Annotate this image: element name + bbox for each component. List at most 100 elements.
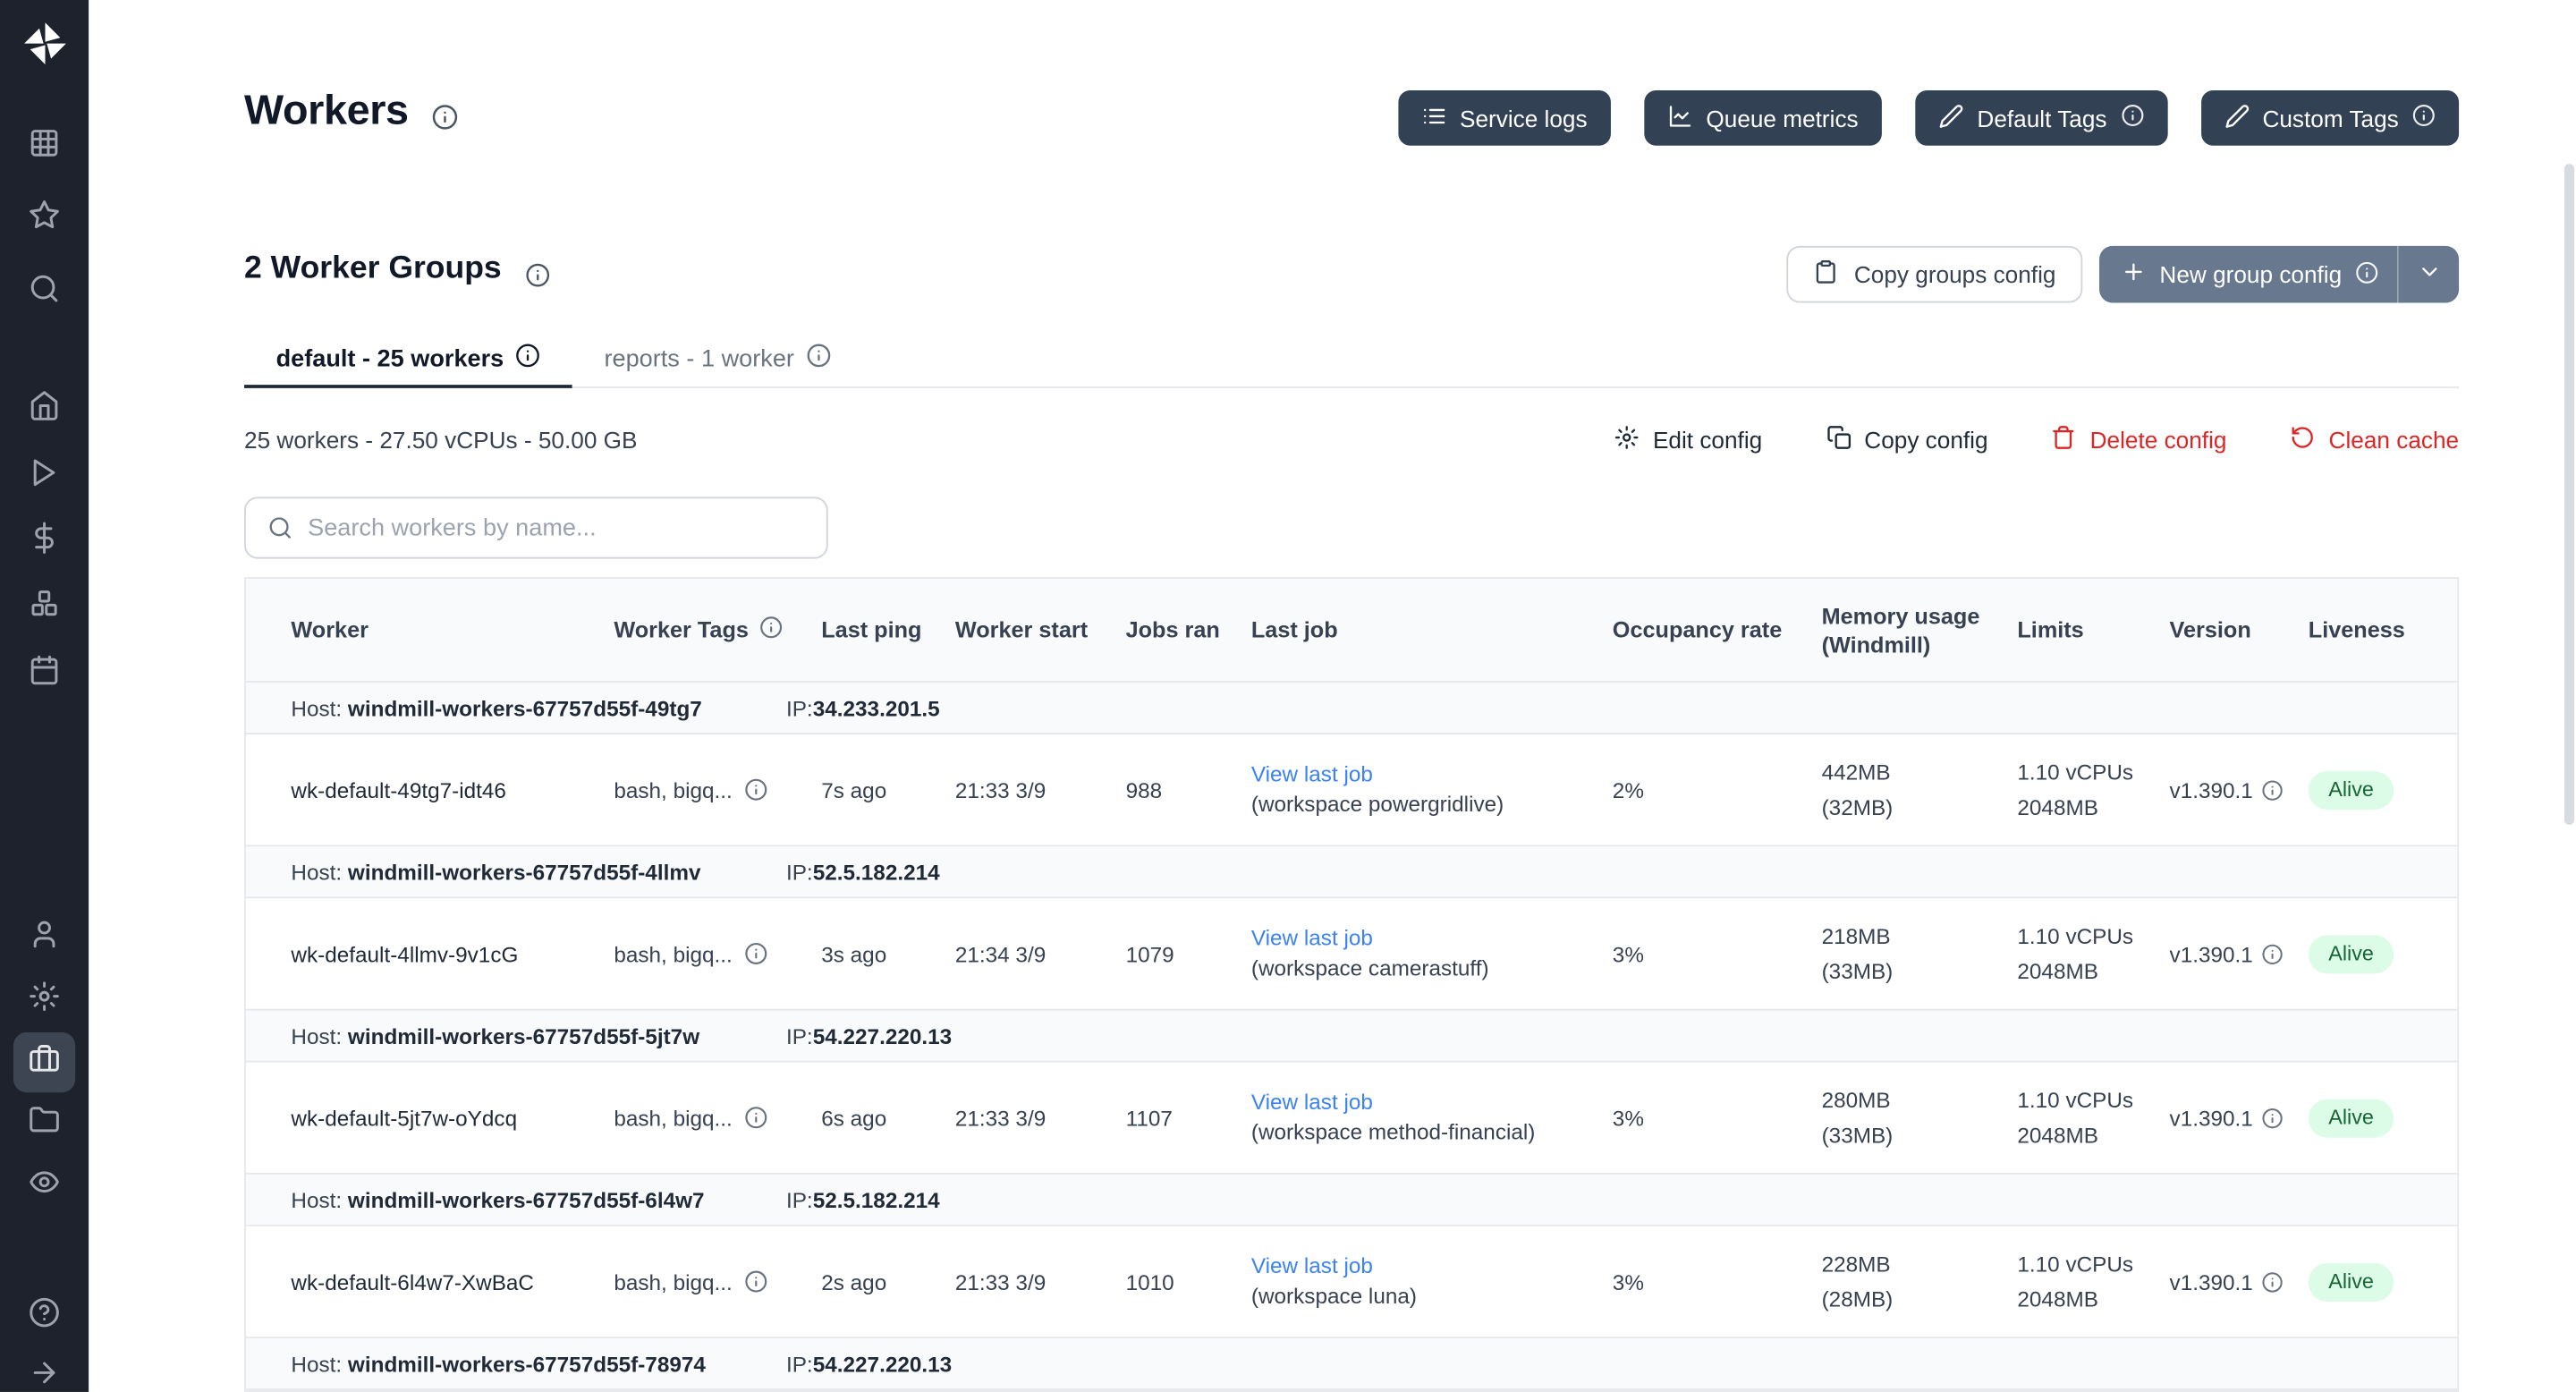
clean-cache-button[interactable]: Clean cache xyxy=(2291,425,2460,455)
list-icon xyxy=(1421,103,1446,133)
info-icon xyxy=(806,343,831,375)
default-tags-button[interactable]: Default Tags xyxy=(1915,90,2167,146)
last-job-workspace: (workspace luna) xyxy=(1251,1282,1596,1312)
config-actions: Edit config Copy config Delete config Clean… xyxy=(1614,425,2459,455)
column-header-liveness: Liveness xyxy=(2309,615,2457,644)
cell-jobs-ran: 1010 xyxy=(1126,1269,1251,1294)
copy-icon xyxy=(1826,425,1851,455)
host-name: windmill-workers-67757d55f-78974 xyxy=(348,1351,706,1376)
host-ip: 52.5.182.214 xyxy=(813,1187,940,1212)
sidebar-item-settings[interactable] xyxy=(13,971,75,1031)
new-group-config-dropdown-button[interactable] xyxy=(2397,246,2459,303)
boxes-icon xyxy=(29,587,61,627)
copy-groups-config-button[interactable]: Copy groups config xyxy=(1787,246,2082,303)
queue-metrics-button[interactable]: Queue metrics xyxy=(1644,90,1882,146)
sidebar-item-users[interactable] xyxy=(13,908,75,968)
cell-jobs-ran: 988 xyxy=(1126,777,1251,802)
delete-config-button[interactable]: Delete config xyxy=(2052,425,2227,455)
sidebar-item-runs[interactable] xyxy=(13,446,75,506)
info-icon xyxy=(431,104,458,131)
worker-row: wk-default-5jt7w-oYdcqbash, bigq...6s ag… xyxy=(246,1063,2457,1175)
cell-version: v1.390.1 xyxy=(2170,941,2309,966)
folder-icon xyxy=(29,1104,61,1144)
info-icon xyxy=(2355,260,2378,289)
cell-jobs-ran: 1107 xyxy=(1126,1105,1251,1130)
host-row: Host: windmill-workers-67757d55f-49tg7IP… xyxy=(246,683,2457,734)
new-group-config-button[interactable]: New group config xyxy=(2099,246,2459,303)
sidebar-item-expand-sidebar[interactable] xyxy=(13,1346,75,1392)
group-summary: 25 workers - 27.50 vCPUs - 50.00 GB xyxy=(244,427,637,454)
sidebar-item-help[interactable] xyxy=(13,1286,75,1346)
tab-default-25-workers[interactable]: default - 25 workers xyxy=(244,333,572,388)
info-icon xyxy=(744,1269,767,1293)
column-header-worker: Worker xyxy=(291,615,614,644)
cell-worker-name: wk-default-4llmv-9v1cG xyxy=(291,941,614,966)
cell-worker-start: 21:33 3/9 xyxy=(955,1105,1126,1130)
action-label: Edit config xyxy=(1653,427,1762,454)
table-header: WorkerWorker TagsLast pingWorker startJo… xyxy=(246,579,2457,683)
host-ip: 52.5.182.214 xyxy=(813,859,940,884)
column-header-worker-start: Worker start xyxy=(955,615,1126,644)
last-job-workspace: (workspace method-financial) xyxy=(1251,1117,1596,1148)
view-last-job-link[interactable]: View last job xyxy=(1251,1088,1596,1118)
view-last-job-link[interactable]: View last job xyxy=(1251,1252,1596,1282)
sidebar-item-folders[interactable] xyxy=(13,1094,75,1154)
sidebar-item-favorites[interactable] xyxy=(13,189,75,249)
column-header-version: Version xyxy=(2170,615,2309,644)
sidebar-item-workers[interactable] xyxy=(13,1032,75,1092)
info-icon xyxy=(525,263,550,288)
cell-version: v1.390.1 xyxy=(2170,1269,2309,1294)
sidebar-item-home[interactable] xyxy=(13,380,75,440)
sidebar-item-apps[interactable] xyxy=(13,117,75,177)
scrollbar-thumb[interactable] xyxy=(2564,164,2574,825)
copy-config-button[interactable]: Copy config xyxy=(1826,425,1987,455)
edit-config-button[interactable]: Edit config xyxy=(1614,425,1762,455)
briefcase-icon xyxy=(29,1042,61,1082)
last-job-workspace: (workspace powergridlive) xyxy=(1251,790,1596,820)
worker-row: wk-default-49tg7-idt46bash, bigq...7s ag… xyxy=(246,734,2457,846)
eye-icon xyxy=(29,1166,61,1206)
cell-version: v1.390.1 xyxy=(2170,1105,2309,1130)
info-icon xyxy=(2261,779,2283,801)
host-row: Host: windmill-workers-67757d55f-78974IP… xyxy=(246,1338,2457,1390)
host-ip: 54.227.220.13 xyxy=(813,1023,952,1048)
liveness-badge: Alive xyxy=(2309,1262,2394,1301)
clipboard-icon xyxy=(1814,259,1839,290)
last-job-workspace: (workspace camerastuff) xyxy=(1251,954,1596,984)
custom-tags-button[interactable]: Custom Tags xyxy=(2200,90,2459,146)
sidebar-item-schedules[interactable] xyxy=(13,644,75,704)
sidebar-item-variables[interactable] xyxy=(13,512,75,572)
cell-last-ping: 6s ago xyxy=(821,1105,955,1130)
tab-reports-1-worker[interactable]: reports - 1 worker xyxy=(572,333,863,388)
gear-icon xyxy=(1614,425,1640,455)
view-last-job-link[interactable]: View last job xyxy=(1251,760,1596,790)
ip-label: IP: xyxy=(786,859,813,884)
cell-liveness: Alive xyxy=(2309,934,2457,972)
service-logs-button[interactable]: Service logs xyxy=(1398,90,1611,146)
button-label: Default Tags xyxy=(1977,105,2106,132)
cell-memory-usage: 280MB(33MB) xyxy=(1822,1082,2018,1153)
info-icon xyxy=(2120,104,2143,132)
cell-version: v1.390.1 xyxy=(2170,777,2309,802)
cell-occupancy-rate: 2% xyxy=(1613,777,1822,802)
view-last-job-link[interactable]: View last job xyxy=(1251,923,1596,954)
pencil-icon xyxy=(2224,103,2249,133)
host-name: windmill-workers-67757d55f-4llmv xyxy=(348,859,701,884)
cell-memory-usage: 442MB(32MB) xyxy=(1822,754,2018,825)
star-icon xyxy=(29,199,61,240)
cell-jobs-ran: 1079 xyxy=(1126,941,1251,966)
search-icon xyxy=(267,515,292,540)
play-icon xyxy=(29,457,61,497)
liveness-badge: Alive xyxy=(2309,934,2394,972)
windmill-logo-icon[interactable] xyxy=(20,19,70,69)
sidebar-item-search[interactable] xyxy=(13,263,75,323)
liveness-badge: Alive xyxy=(2309,1099,2394,1137)
sidebar-item-resources[interactable] xyxy=(13,577,75,637)
page-title: Workers xyxy=(244,87,409,135)
search-input[interactable] xyxy=(308,498,826,556)
main-content: Workers Service logs Queue metrics Default… xyxy=(244,0,2459,1392)
host-label: Host: xyxy=(291,695,342,720)
cell-worker-name: wk-default-49tg7-idt46 xyxy=(291,777,614,802)
cell-worker-name: wk-default-5jt7w-oYdcq xyxy=(291,1105,614,1130)
sidebar-item-audit-logs[interactable] xyxy=(13,1156,75,1216)
